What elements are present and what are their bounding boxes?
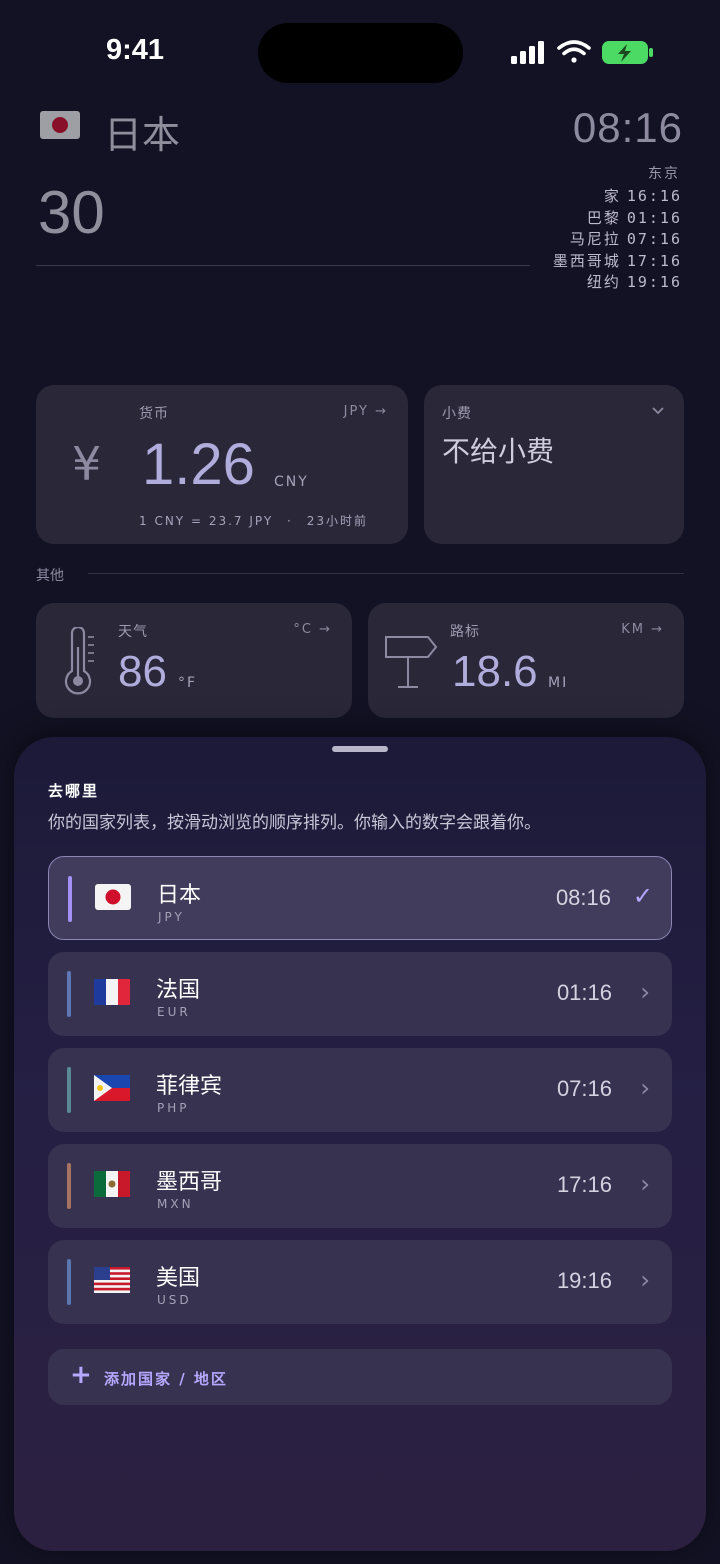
- section-other-label: 其他: [36, 568, 64, 584]
- philippines-flag-icon: [94, 1075, 130, 1105]
- mexico-flag-icon: [94, 1171, 130, 1201]
- status-icons: [511, 40, 653, 64]
- amount-underline: [36, 265, 530, 266]
- distance-value: 18.6: [452, 647, 538, 696]
- thermometer-icon: [64, 627, 94, 695]
- tip-label: 小费: [442, 406, 472, 422]
- wifi-icon: [557, 40, 591, 63]
- current-country-title[interactable]: 日本: [104, 104, 180, 159]
- usa-flag-icon: [94, 1267, 130, 1297]
- chevron-right-icon: ›: [640, 978, 650, 1006]
- chevron-right-icon: ›: [640, 1170, 650, 1198]
- chevron-down-icon[interactable]: [652, 407, 664, 415]
- country-name: 菲律宾: [156, 1074, 223, 1099]
- zone-label: 家: [603, 187, 621, 205]
- row-accent-bar: [68, 876, 72, 922]
- country-time: 07:16: [556, 1076, 612, 1101]
- country-time: 01:16: [556, 980, 612, 1005]
- exchange-rate: 1 CNY = 23.7 JPY · 23小时前: [139, 512, 368, 529]
- zone-time: 19:16: [626, 273, 682, 291]
- tip-card[interactable]: 小费 不给小费: [424, 385, 684, 544]
- sheet-title: 去哪里: [48, 782, 100, 800]
- country-name: 美国: [156, 1266, 201, 1291]
- country-name: 法国: [156, 978, 201, 1003]
- country-name: 墨西哥: [156, 1170, 223, 1195]
- country-name: 日本: [157, 883, 202, 908]
- currency-value: 1.26: [142, 432, 255, 497]
- country-row[interactable]: 法国 EUR 01:16 ›: [48, 952, 672, 1036]
- rate-text: 1 CNY = 23.7 JPY: [139, 514, 274, 528]
- currency-code: MXN: [157, 1197, 194, 1211]
- weather-value: 86: [118, 647, 167, 696]
- country-row[interactable]: 日本 JPY 08:16 ✓: [48, 856, 672, 940]
- currency-value-unit: CNY: [274, 474, 309, 490]
- signpost-icon: [385, 636, 438, 688]
- sheet-grabber[interactable]: [332, 746, 388, 752]
- japan-flag-icon: [95, 884, 131, 914]
- currency-code: EUR: [157, 1005, 191, 1019]
- zone-label: 墨西哥城: [552, 251, 621, 270]
- currency-label: 货币: [139, 406, 169, 422]
- yen-icon: ¥: [72, 437, 102, 491]
- japan-flag-icon: [40, 108, 80, 148]
- section-divider: [88, 573, 684, 574]
- zone-label: 巴黎: [586, 208, 621, 227]
- zone-row: 马尼拉 07:16: [553, 229, 682, 251]
- rate-separator: ·: [287, 514, 293, 528]
- currency-unit-toggle[interactable]: JPY →: [344, 404, 388, 419]
- currency-card[interactable]: 货币 JPY → ¥ 1.26 CNY 1 CNY = 23.7 JPY · 2…: [36, 385, 408, 544]
- zone-time: 17:16: [626, 251, 682, 270]
- chevron-right-icon: ›: [640, 1266, 650, 1294]
- distance-value-unit: MI: [548, 675, 569, 691]
- zone-list: 家 16:16 巴黎 01:16 马尼拉 07:16 墨西哥城 17:16 纽约 19:16: [553, 186, 682, 294]
- row-accent-bar: [67, 971, 71, 1017]
- france-flag-icon: [94, 979, 130, 1009]
- country-row[interactable]: 菲律宾 PHP 07:16 ›: [48, 1048, 672, 1132]
- plus-icon: +: [70, 1360, 92, 1390]
- add-country-button[interactable]: + 添加国家 / 地区: [48, 1349, 672, 1405]
- row-accent-bar: [67, 1259, 71, 1305]
- weather-label: 天气: [118, 624, 148, 640]
- checkmark-icon: ✓: [632, 882, 653, 910]
- zone-time: 07:16: [626, 230, 682, 248]
- zone-row: 纽约 19:16: [553, 272, 682, 294]
- local-city: 东京: [648, 166, 680, 182]
- weather-unit-toggle[interactable]: °C →: [293, 622, 332, 637]
- amount-input[interactable]: 30: [38, 178, 105, 247]
- sheet-subtitle: 你的国家列表，按滑动浏览的顺序排列。你输入的数字会跟着你。: [48, 813, 541, 833]
- distance-label: 路标: [450, 624, 480, 640]
- country-row[interactable]: 美国 USD 19:16 ›: [48, 1240, 672, 1324]
- zone-time: 16:16: [626, 187, 682, 205]
- distance-unit-toggle[interactable]: KM →: [621, 622, 664, 637]
- row-accent-bar: [67, 1067, 71, 1113]
- zone-row: 家 16:16: [553, 186, 682, 208]
- tip-value: 不给小费: [442, 435, 555, 468]
- currency-code: USD: [157, 1293, 192, 1307]
- zone-row: 墨西哥城 17:16: [553, 251, 682, 273]
- zone-label: 纽约: [586, 273, 621, 291]
- zone-time: 01:16: [626, 208, 682, 227]
- row-accent-bar: [67, 1163, 71, 1209]
- distance-card[interactable]: 路标 KM → 18.6 MI: [368, 603, 684, 718]
- weather-card[interactable]: 天气 °C → 86 °F: [36, 603, 352, 718]
- country-time: 19:16: [556, 1268, 612, 1293]
- country-time: 17:16: [556, 1172, 612, 1197]
- currency-code: PHP: [157, 1101, 190, 1115]
- chevron-right-icon: ›: [640, 1074, 650, 1102]
- battery-charging-icon: [602, 41, 653, 64]
- dynamic-island: [258, 23, 463, 83]
- add-country-label: 添加国家 / 地区: [104, 1370, 228, 1388]
- weather-value-unit: °F: [178, 675, 198, 691]
- zone-row: 巴黎 01:16: [553, 208, 682, 230]
- country-time: 08:16: [555, 885, 611, 910]
- rate-updated: 23小时前: [306, 514, 368, 528]
- signal-icon: [511, 41, 544, 64]
- currency-code: JPY: [158, 910, 185, 924]
- local-clock: 08:16: [572, 104, 683, 151]
- status-time: 9:41: [106, 34, 165, 66]
- country-row[interactable]: 墨西哥 MXN 17:16 ›: [48, 1144, 672, 1228]
- zone-label: 马尼拉: [569, 230, 621, 248]
